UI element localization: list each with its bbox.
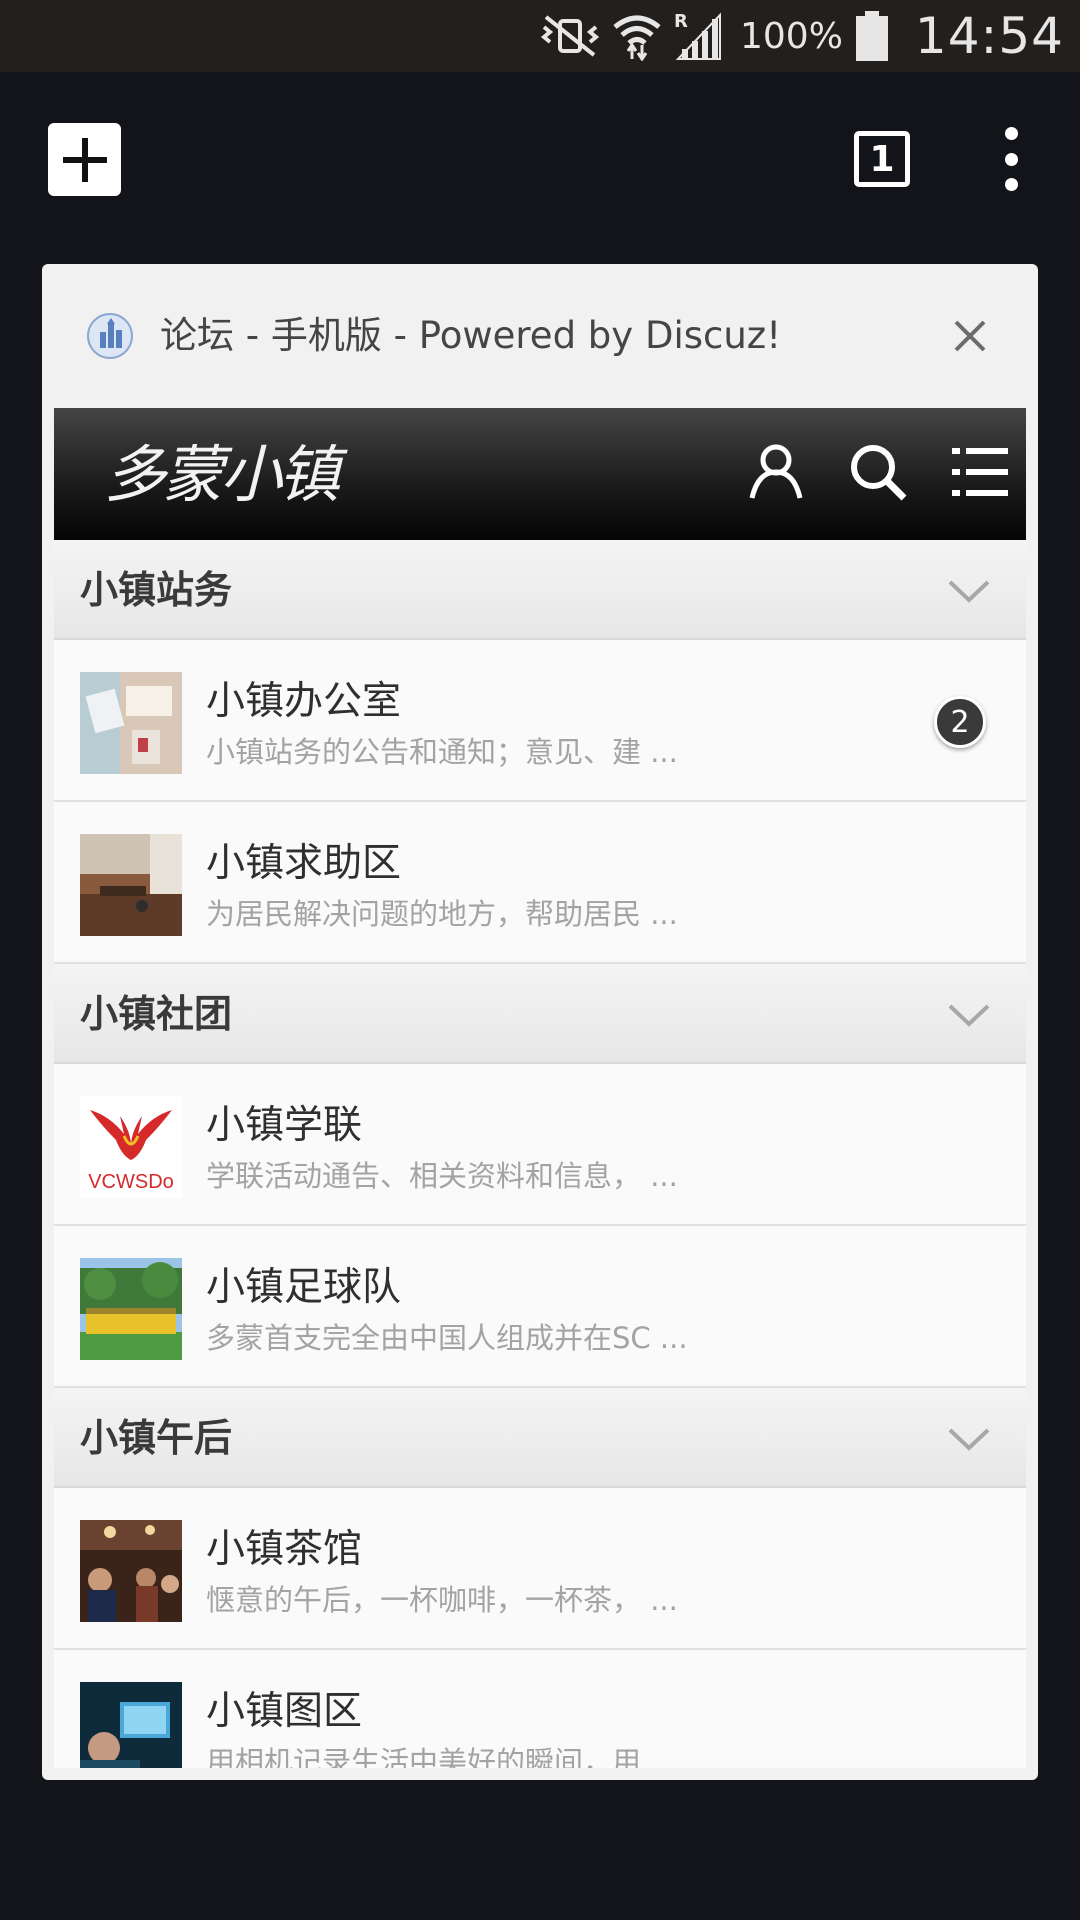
chevron-down-icon <box>948 580 990 603</box>
battery-percent: 100% <box>739 15 843 57</box>
forum-thumbnail <box>80 1520 182 1622</box>
list-item[interactable]: VCWSDo 小镇学联 学联活动通告、相关资料和信息， ... <box>54 1064 1026 1226</box>
forum-description: 用相机记录生活中美好的瞬间，用 ... <box>206 1745 678 1768</box>
site-logo[interactable]: 多蒙小镇 <box>104 430 340 520</box>
tab-switcher-button[interactable]: 1 <box>854 131 910 187</box>
list-item[interactable]: 小镇求助区 为居民解决问题的地方，帮助居民 ... <box>54 802 1026 964</box>
list-item[interactable]: 小镇图区 用相机记录生活中美好的瞬间，用 ... <box>54 1650 1026 1768</box>
section-header[interactable]: 小镇社团 <box>54 964 1026 1064</box>
unread-badge: 2 <box>934 696 986 748</box>
section-title: 小镇社团 <box>80 992 233 1036</box>
forum-thumbnail <box>80 834 182 936</box>
close-icon[interactable] <box>950 316 990 356</box>
forum-thumbnail <box>80 1258 182 1360</box>
forum-description: 为居民解决问题的地方，帮助居民 ... <box>206 897 678 931</box>
browser-toolbar: 1 <box>0 72 1080 247</box>
battery-icon <box>855 11 889 61</box>
forum-name: 小镇图区 <box>206 1689 363 1734</box>
search-icon[interactable] <box>846 440 910 504</box>
tab-title: 论坛 - 手机版 - Powered by Discuz! <box>160 314 782 357</box>
site-favicon-icon <box>87 313 133 359</box>
forum-description: 多蒙首支完全由中国人组成并在SC ... <box>206 1321 688 1355</box>
forum-thumbnail: VCWSDo <box>80 1096 182 1198</box>
forum-name: 小镇茶馆 <box>206 1527 363 1572</box>
forum-description: 学联活动通告、相关资料和信息， ... <box>206 1159 678 1193</box>
user-icon[interactable] <box>744 440 808 504</box>
section-header[interactable]: 小镇站务 <box>54 540 1026 640</box>
section-title: 小镇午后 <box>80 1416 233 1460</box>
tab-card-header: 论坛 - 手机版 - Powered by Discuz! <box>42 264 1038 408</box>
forum-name: 小镇求助区 <box>206 841 402 886</box>
forum-thumbnail <box>80 1682 182 1768</box>
forum-thumbnail <box>80 672 182 774</box>
wifi-icon <box>612 11 662 61</box>
forum-name: 小镇办公室 <box>206 679 402 724</box>
forum-list: 小镇站务 小镇办公室 小镇站务的公告和通知；意见、建 ... 2 小镇求助区 为… <box>54 540 1026 1768</box>
clock: 14:54 <box>914 7 1064 65</box>
forum-name: 小镇学联 <box>206 1103 363 1148</box>
status-bar: R 100% 14:54 <box>0 0 1080 72</box>
forum-description: 小镇站务的公告和通知；意见、建 ... <box>206 735 678 769</box>
chevron-down-icon <box>948 1428 990 1451</box>
tab-card[interactable]: 论坛 - 手机版 - Powered by Discuz! 多蒙小镇 小镇站务 … <box>42 264 1038 1780</box>
plus-icon <box>62 137 107 182</box>
roaming-signal-icon: R <box>674 11 724 61</box>
forum-description: 惬意的午后，一杯咖啡，一杯茶， ... <box>206 1583 678 1617</box>
list-item[interactable]: 小镇足球队 多蒙首支完全由中国人组成并在SC ... <box>54 1226 1026 1388</box>
section-header[interactable]: 小镇午后 <box>54 1388 1026 1488</box>
list-menu-icon[interactable] <box>948 440 1012 504</box>
page-preview: 多蒙小镇 小镇站务 小镇办公室 小镇站务的公告和通知；意见、建 ... 2 小镇… <box>54 408 1026 1768</box>
thumb-text: VCWSDo <box>88 1171 174 1193</box>
forum-name: 小镇足球队 <box>206 1265 402 1310</box>
section-title: 小镇站务 <box>80 568 233 612</box>
new-tab-button[interactable] <box>48 123 121 196</box>
chevron-down-icon <box>948 1004 990 1027</box>
overflow-menu-icon[interactable] <box>990 127 1032 191</box>
list-item[interactable]: 小镇办公室 小镇站务的公告和通知；意见、建 ... 2 <box>54 640 1026 802</box>
site-header: 多蒙小镇 <box>54 408 1026 540</box>
list-item[interactable]: 小镇茶馆 惬意的午后，一杯咖啡，一杯茶， ... <box>54 1488 1026 1650</box>
vibrate-mute-icon <box>540 13 600 59</box>
svg-text:R: R <box>674 11 688 32</box>
